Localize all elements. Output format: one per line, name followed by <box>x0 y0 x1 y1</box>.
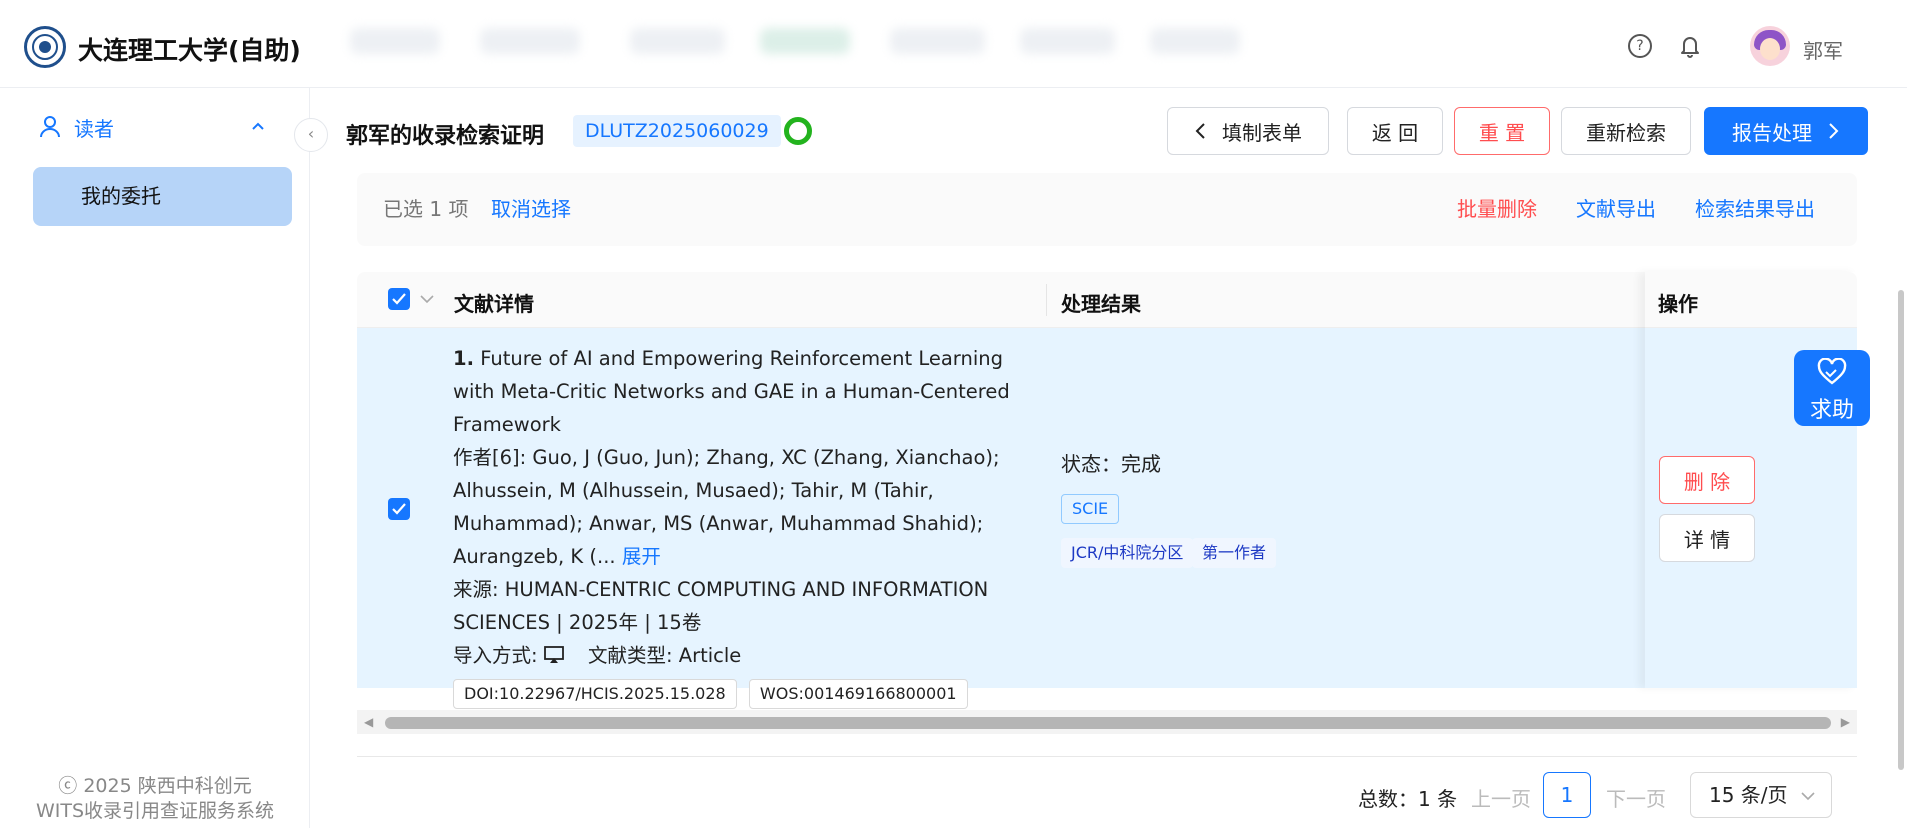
document-title: 1. Future of AI and Empowering Reinforce… <box>453 342 1043 441</box>
page-size-select[interactable]: 15 条/页 <box>1690 772 1832 818</box>
help-floating-label: 求助 <box>1809 398 1854 423</box>
nav-item-blurred[interactable] <box>350 28 440 54</box>
research-button[interactable]: 重新检索 <box>1561 107 1691 155</box>
scroll-right-icon[interactable]: ▶ <box>1841 715 1850 729</box>
brand-title: 大连理工大学(自助) <box>78 36 301 65</box>
copyright-system-name: WITS收录引用查证服务系统 <box>35 800 275 822</box>
processing-status: 状态：完成 <box>1061 452 1161 476</box>
divider <box>357 756 1857 757</box>
column-header-result: 处理结果 <box>1061 292 1141 316</box>
pagination-total: 总数：1 条 <box>1358 787 1458 811</box>
tag-jcr-partition: JCR/中科院分区 <box>1061 538 1194 568</box>
import-method-label: 导入方式: <box>453 644 538 667</box>
column-divider <box>1046 284 1047 316</box>
document-source: 来源: HUMAN-CENTRIC COMPUTING AND INFORMAT… <box>453 578 989 634</box>
cancel-selection-link[interactable]: 取消选择 <box>491 193 571 222</box>
back-button[interactable]: 返 回 <box>1347 107 1443 155</box>
chevron-down-icon <box>1801 792 1815 801</box>
selected-count: 已选 1 项 <box>383 197 469 221</box>
chevron-up-icon[interactable] <box>250 118 266 134</box>
nav-item-blurred[interactable] <box>760 28 850 54</box>
fill-form-label: 填制表单 <box>1222 120 1302 145</box>
tag-first-author: 第一作者 <box>1192 538 1277 568</box>
document-meta: 导入方式: 文献类型: Article <box>453 639 1043 672</box>
help-icon[interactable]: ? <box>1628 34 1652 58</box>
user-icon <box>40 116 60 138</box>
document-type: 文献类型: Article <box>587 644 742 667</box>
authors-label: 作者[6]: <box>453 446 527 469</box>
copyright: ⓒ 2025 陕西中科创元 WITS收录引用查证服务系统 <box>0 774 310 824</box>
chevron-down-icon[interactable] <box>420 293 434 305</box>
table-header: 文献详情 处理结果 操作 <box>357 272 1857 328</box>
results-table: 文献详情 处理结果 操作 1. Future of AI and Empower… <box>357 272 1857 709</box>
scrollbar-thumb[interactable] <box>385 717 1831 729</box>
nav-item-blurred[interactable] <box>1150 28 1240 54</box>
row-checkbox[interactable] <box>388 498 410 520</box>
nav-item-blurred[interactable] <box>1020 28 1115 54</box>
user-avatar[interactable] <box>1750 26 1790 66</box>
export-docs-link[interactable]: 文献导出 <box>1576 193 1656 222</box>
scroll-left-icon[interactable]: ◀ <box>364 715 373 729</box>
document-index: 1. <box>453 347 474 370</box>
copyright-line: ⓒ 2025 陕西中科创元 <box>58 775 252 797</box>
sidebar-section-label: 读者 <box>74 116 114 141</box>
sidebar-section-reader[interactable]: 读者 <box>40 112 280 142</box>
report-process-label: 报告处理 <box>1732 120 1812 145</box>
page-size-value: 15 条/页 <box>1709 783 1788 807</box>
export-results-link[interactable]: 检索结果导出 <box>1695 193 1815 222</box>
reset-button[interactable]: 重 置 <box>1454 107 1550 155</box>
select-all-checkbox[interactable] <box>388 288 410 310</box>
user-name[interactable]: 郭军 <box>1803 35 1843 64</box>
help-floating-button[interactable]: 求助 <box>1794 350 1870 426</box>
import-method-icon <box>543 646 564 663</box>
batch-delete-link[interactable]: 批量删除 <box>1457 193 1537 222</box>
chevron-left-icon: ‹ <box>307 124 315 143</box>
sidebar-collapse-button[interactable]: ‹ <box>294 118 328 152</box>
doi-chip: DOI:10.22967/HCIS.2025.15.028 <box>453 679 737 709</box>
page-title: 郭军的收录检索证明 <box>346 124 545 149</box>
document-authors: 作者[6]: Guo, J (Guo, Jun); Zhang, XC (Zha… <box>453 441 1043 573</box>
vertical-scrollbar[interactable] <box>1898 290 1904 770</box>
table-row[interactable]: 1. Future of AI and Empowering Reinforce… <box>357 328 1857 709</box>
nav-item-blurred[interactable] <box>890 28 985 54</box>
column-header-doc-details: 文献详情 <box>454 292 534 316</box>
status-complete-icon <box>784 117 812 145</box>
report-process-button[interactable]: 报告处理 <box>1704 107 1868 155</box>
selection-bar: 已选 1 项 取消选择 批量删除 文献导出 检索结果导出 <box>357 173 1857 246</box>
top-navigation-bar: 大连理工大学(自助) ? 郭军 <box>0 0 1907 88</box>
chevron-right-icon <box>1829 123 1839 139</box>
fixed-actions-column <box>1645 272 1857 688</box>
chevron-left-icon <box>1195 123 1205 139</box>
expand-authors-link[interactable]: 展开 <box>622 545 661 568</box>
bell-icon[interactable] <box>1678 33 1702 59</box>
sidebar-item-my-commissions[interactable]: 我的委托 <box>33 167 292 226</box>
heart-hands-icon <box>1817 358 1847 385</box>
document-details: 1. Future of AI and Empowering Reinforce… <box>453 342 1043 709</box>
wos-chip: WOS:001469166800001 <box>748 679 968 709</box>
horizontal-scrollbar[interactable]: ◀ ▶ <box>357 710 1857 734</box>
next-page-button[interactable]: 下一页 <box>1606 783 1666 812</box>
page-number-current[interactable]: 1 <box>1543 772 1591 818</box>
document-title-text: Future of AI and Empowering Reinforcemen… <box>453 347 1010 436</box>
authors-text: Guo, J (Guo, Jun); Zhang, XC (Zhang, Xia… <box>453 446 1000 568</box>
document-identifiers: DOI:10.22967/HCIS.2025.15.028 WOS:001469… <box>453 676 1043 709</box>
university-logo <box>24 26 66 68</box>
fill-form-button[interactable]: 填制表单 <box>1167 107 1329 155</box>
request-id-tag: DLUTZ2025060029 <box>573 115 781 147</box>
prev-page-button[interactable]: 上一页 <box>1471 783 1531 812</box>
nav-item-blurred[interactable] <box>630 28 725 54</box>
check-icon <box>392 293 406 305</box>
check-icon <box>392 503 406 515</box>
tag-scie: SCIE <box>1061 494 1120 524</box>
nav-item-blurred[interactable] <box>480 28 580 54</box>
